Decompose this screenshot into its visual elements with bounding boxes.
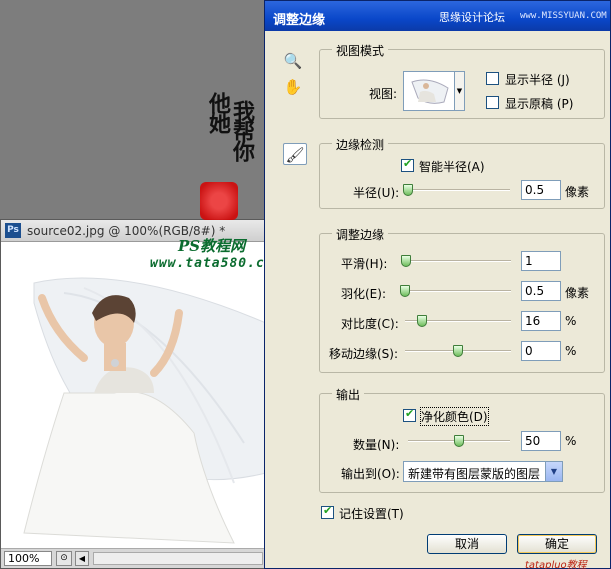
remember-settings-label[interactable]: 记住设置(T) (339, 505, 404, 522)
magnifier-icon[interactable]: 🔍 (281, 50, 305, 72)
dialog-titlebar[interactable]: 调整边缘 思缘设计论坛 www.MISSYUAN.COM (265, 1, 610, 31)
show-radius-checkbox[interactable] (486, 72, 499, 85)
output-to-select[interactable]: 新建带有图层蒙版的图层 ▼ (403, 461, 563, 482)
zoom-level-field[interactable]: 100% (4, 551, 52, 566)
calligraphy-col2: 我帮你 (229, 100, 255, 160)
contrast-slider[interactable] (405, 315, 511, 327)
output-to-label: 输出到(O): (341, 467, 400, 481)
contrast-slider-thumb[interactable] (416, 315, 427, 327)
smooth-slider-track (405, 260, 511, 262)
show-radius-label[interactable]: 显示半径 (J) (505, 71, 570, 88)
radius-slider-thumb[interactable] (403, 184, 413, 196)
dialog-title: 调整边缘 (273, 13, 326, 28)
cancel-button[interactable]: 取消 (427, 534, 507, 554)
shift-edge-slider-thumb[interactable] (453, 345, 463, 357)
view-mode-dropdown-arrow[interactable]: ▼ (455, 71, 465, 111)
bride-photo (23, 277, 266, 544)
ok-button[interactable]: 确定 (517, 534, 597, 554)
red-seal-stamp (200, 182, 238, 220)
ps-tutorial-watermark: PS教程网 (178, 237, 246, 255)
view-mode-thumbnail[interactable] (403, 71, 455, 111)
feather-slider-track (405, 290, 511, 292)
smooth-slider[interactable] (401, 255, 511, 267)
output-to-value: 新建带有图层蒙版的图层 (408, 467, 541, 481)
radius-slider-track (408, 189, 510, 191)
decontaminate-colors-label[interactable]: 净化颜色(D) (420, 407, 489, 426)
document-canvas[interactable] (4, 243, 266, 548)
status-bar: 100% ⊙ ◀ (1, 548, 267, 568)
status-arrow-icon[interactable]: ◀ (75, 551, 89, 566)
refine-edge-dialog: 调整边缘 思缘设计论坛 www.MISSYUAN.COM 🔍 ✋ 🖌 视图模式 … (264, 0, 611, 569)
contrast-label: 对比度(C): (341, 317, 399, 331)
site-url-watermark: www.tata580.com (150, 256, 283, 271)
radius-unit: 像素 (565, 185, 590, 199)
output-legend: 输出 (332, 386, 365, 403)
shift-edge-unit: % (565, 344, 577, 358)
contrast-input[interactable]: 16 (521, 311, 561, 331)
feather-unit: 像素 (565, 286, 590, 300)
radius-slider[interactable] (403, 184, 510, 196)
amount-input[interactable]: 50 (521, 431, 561, 451)
adjust-edge-legend: 调整边缘 (332, 226, 389, 243)
show-original-checkbox[interactable] (486, 96, 499, 109)
feather-slider-thumb[interactable] (400, 285, 410, 297)
feather-label: 羽化(E): (341, 287, 386, 301)
status-info-icon[interactable]: ⊙ (56, 551, 72, 566)
smart-radius-checkbox[interactable] (401, 157, 414, 172)
feather-slider[interactable] (400, 285, 511, 297)
decontaminate-colors-checkbox[interactable] (403, 407, 416, 422)
remember-settings-checkbox[interactable] (321, 504, 334, 519)
shift-edge-input[interactable]: 0 (521, 341, 561, 361)
forum-watermark: 思缘设计论坛 (439, 11, 505, 24)
edge-detection-legend: 边缘检测 (332, 136, 389, 153)
amount-unit: % (565, 434, 577, 448)
view-preview-icon (411, 79, 449, 104)
view-label: 视图: (369, 87, 398, 101)
photoshop-icon: Ps (5, 223, 21, 238)
refine-radius-brush-icon[interactable]: 🖌 (283, 143, 307, 165)
smooth-label: 平滑(H): (341, 257, 388, 271)
radius-label: 半径(U): (353, 186, 400, 200)
smooth-slider-thumb[interactable] (401, 255, 412, 267)
shift-edge-slider[interactable] (405, 345, 511, 357)
amount-slider[interactable] (408, 435, 510, 447)
contrast-unit: % (565, 314, 577, 328)
hand-icon[interactable]: ✋ (281, 76, 305, 98)
smart-radius-label[interactable]: 智能半径(A) (419, 158, 485, 175)
amount-label: 数量(N): (353, 438, 400, 452)
amount-slider-thumb[interactable] (454, 435, 464, 447)
document-window: Ps source02.jpg @ 100%(RGB/8#) * 100% ⊙ … (0, 219, 268, 569)
forum-url-watermark: www.MISSYUAN.COM (520, 11, 607, 21)
corner-watermark: tatapluo教程 (525, 560, 587, 569)
feather-input[interactable]: 0.5 (521, 281, 561, 301)
smooth-input[interactable]: 1 (521, 251, 561, 271)
horizontal-scrollbar[interactable] (93, 552, 263, 565)
radius-input[interactable]: 0.5 (521, 180, 561, 200)
show-original-label[interactable]: 显示原稿 (P) (505, 95, 573, 112)
chevron-down-icon[interactable]: ▼ (545, 462, 562, 481)
shift-edge-label: 移动边缘(S): (329, 347, 399, 361)
view-mode-legend: 视图模式 (332, 42, 389, 59)
